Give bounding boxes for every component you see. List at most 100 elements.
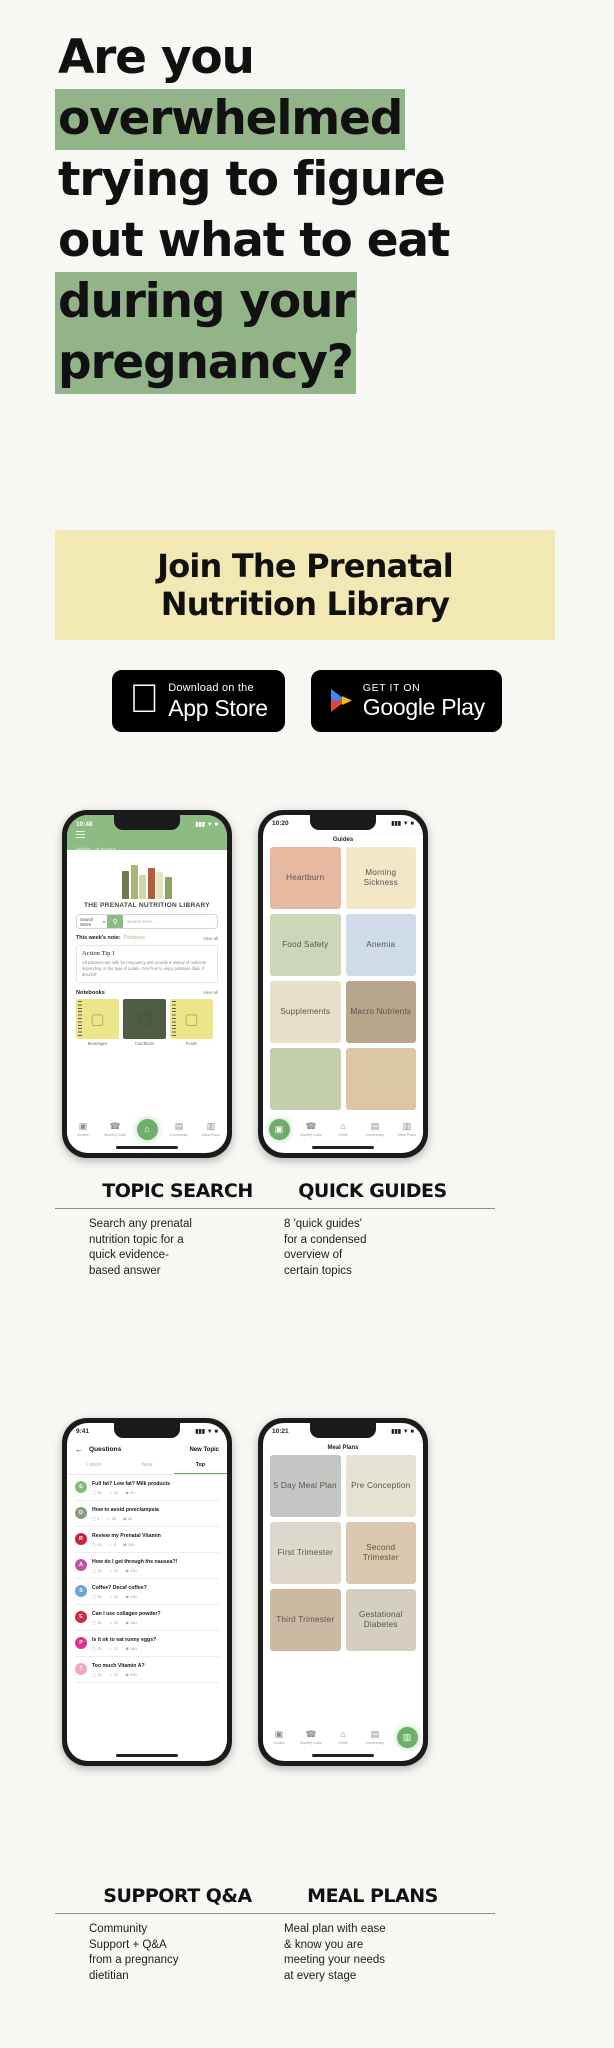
join-library-banner[interactable]: Join The Prenatal Nutrition Library (55, 530, 555, 640)
thumbs-up-icon: ☺ (106, 1516, 111, 1521)
nav-tab-label: Monthly Calls (300, 1741, 322, 1745)
nav-tab-home[interactable]: ⌂Home (132, 1118, 162, 1140)
grid-card[interactable]: Second Trimester (345, 1522, 416, 1584)
grid-card[interactable]: First Trimester (270, 1522, 341, 1584)
back-arrow-icon[interactable]: ← (75, 1445, 83, 1454)
question-item[interactable]: P Is it ok to eat runny eggs? ▢ 15 ☺ 12 ◉ 18h (75, 1631, 219, 1657)
nav-tab-guides[interactable]: ▣Guides (264, 1118, 294, 1140)
grid-card[interactable]: Anemia (345, 914, 416, 976)
phone-mockup-quick-guides: 10:20 ▮▮▮ ▼ ■ Guides Heartburn Morning Si… (258, 810, 428, 1158)
search-icon[interactable]: ⚲ (107, 915, 124, 928)
avatar: S (75, 1585, 87, 1597)
nav-tab-community[interactable]: ▤ Community (164, 1121, 194, 1137)
question-tab-new[interactable]: New (120, 1458, 173, 1474)
question-item[interactable]: R Review my Prenatal Vitamin ▢ 24 ☺ 5 ◉ 10h (75, 1527, 219, 1553)
notebook-cover: ▢ (123, 998, 166, 1039)
bottom-nav: ▣Guides☎Monthly Calls⌂Home▤Community▥Mea… (263, 1722, 423, 1752)
question-item[interactable]: S Coffee? Decaf coffee? ▢ 15 ☺ 12 ◉ 14h (75, 1579, 219, 1605)
nav-tab-guides[interactable]: ▣Guides (68, 1121, 98, 1137)
nav-tab-home[interactable]: ⌂Home (328, 1729, 358, 1745)
clock-icon: ◉ (125, 1620, 129, 1625)
app-header: 10:48 ▮▮▮ ▼ ■ Hello, autumn (67, 815, 227, 854)
notebook-item[interactable]: ▢ Conditions (123, 998, 166, 1046)
notebook-item[interactable]: ▢ Beverages (76, 998, 119, 1046)
status-time: 10:20 (272, 820, 289, 827)
guides-title: Guides (332, 837, 354, 843)
like-count: ☺ 12 (108, 1594, 119, 1599)
google-play-badge[interactable]: GET IT ON Google Play (310, 670, 502, 732)
grid-card[interactable]: Heartburn (270, 847, 341, 909)
view-all-notebooks-link[interactable]: View all (203, 990, 218, 995)
nav-tab-community[interactable]: ▤ Community (360, 1729, 390, 1745)
guides-icon: ▣ (268, 1118, 290, 1140)
weekly-note-row: This week's note: Potatoes View all (76, 935, 218, 941)
nav-tab-community[interactable]: ▤ Community (360, 1121, 390, 1137)
question-tab-latest[interactable]: Latest (67, 1458, 120, 1474)
comment-count: ▢ 15 (92, 1490, 102, 1495)
nav-tab-monthly-calls[interactable]: ☎ Monthly Calls (100, 1121, 130, 1137)
question-item[interactable]: E Can I use collagen powder? ▢ 15 ☺ 12 ◉ 16h (75, 1605, 219, 1631)
comment-count: ▢ 15 (92, 1620, 102, 1625)
headline-text: Are you (58, 30, 255, 85)
clock-icon: ◉ (123, 1516, 127, 1521)
view-all-notes-link[interactable]: View all (203, 936, 218, 941)
grid-card[interactable]: Supplements (270, 981, 341, 1043)
grid-card[interactable] (345, 1048, 416, 1110)
grid-card-label: Supplements (280, 1007, 331, 1016)
question-title: Is it ok to eat runny eggs? (92, 1637, 157, 1643)
nav-tab-guides[interactable]: ▣Guides (264, 1729, 294, 1745)
nav-tab-meal-plans[interactable]: ▥Meal Plans (392, 1726, 422, 1748)
nav-tab-meal-plans[interactable]: ▥Meal Plans (196, 1121, 226, 1137)
grid-card-label: Macro Nutrients (350, 1007, 412, 1016)
phone-icon: ☎ (109, 1121, 121, 1131)
spiral-binding-icon (171, 1000, 176, 1037)
question-title: How do I get through the nausea?! (92, 1559, 178, 1565)
question-tab-top[interactable]: Top (173, 1458, 227, 1474)
chevron-down-icon[interactable]: ▾ (103, 919, 105, 924)
question-title: How to avoid preeclampsia (92, 1507, 159, 1513)
grid-card[interactable]: Food Safety (270, 914, 341, 976)
avatar: D (75, 1507, 87, 1519)
notebook-item[interactable]: ▢ Foods (170, 998, 213, 1046)
avatar: E (75, 1481, 87, 1493)
grid-card[interactable]: Gestational Diabetes (345, 1589, 416, 1651)
grid-card[interactable]: Macro Nutrients (345, 981, 416, 1043)
question-item[interactable]: T Too much Vitamin A? ▢ 15 ☺ 12 ◉ 20h (75, 1657, 219, 1683)
new-topic-button[interactable]: New Topic (189, 1447, 219, 1453)
bottom-nav: ▣Guides☎Monthly Calls⌂Home▤Community▥Mea… (67, 1114, 227, 1144)
action-tip-card[interactable]: Action Tip 1 All potatoes are safe for p… (76, 945, 218, 983)
nav-tab-label: Guides (273, 1741, 285, 1745)
comment-icon: ▢ (92, 1542, 96, 1547)
search-bar[interactable]: Search Notes ▾ ⚲ Search here... (76, 914, 218, 929)
grid-card[interactable]: Third Trimester (270, 1589, 341, 1651)
meal-plans-icon: ▥ (402, 1121, 412, 1131)
search-input[interactable]: Search here... (123, 919, 217, 924)
question-title: Review my Prenatal Vitamin (92, 1533, 161, 1539)
question-item[interactable]: A How do I get through the nausea?! ▢ 15 ☺ 12… (75, 1553, 219, 1579)
question-item[interactable]: E Full fat? Low fat? Milk products ▢ 15 ☺ 12 ◉… (75, 1475, 219, 1501)
grid-card-label: Heartburn (286, 873, 325, 882)
notebook-label: Beverages (87, 1040, 108, 1046)
menu-icon[interactable] (76, 831, 85, 838)
thumbs-up-icon: ☺ (108, 1568, 113, 1573)
question-item[interactable]: D How to avoid preeclampsia ▢ 2 ☺ 20 ◉ 5h (75, 1501, 219, 1527)
nav-tab-monthly-calls[interactable]: ☎ Monthly Calls (296, 1121, 326, 1137)
grid-card[interactable]: 5 Day Meal Plan (270, 1455, 341, 1517)
notebook-label: Conditions (134, 1040, 155, 1046)
grid-card[interactable]: Pre Conception (345, 1455, 416, 1517)
nav-tab-home[interactable]: ⌂Home (328, 1121, 358, 1137)
grid-card[interactable] (270, 1048, 341, 1110)
clock-icon: ◉ (123, 1542, 127, 1547)
like-count: ☺ 20 (106, 1516, 117, 1521)
grid-card[interactable]: Morning Sickness (345, 847, 416, 909)
nav-tab-meal-plans[interactable]: ▥Meal Plans (392, 1121, 422, 1137)
cta-line-1: Join The Prenatal (157, 547, 454, 585)
action-tip-title: Action Tip 1 (82, 950, 116, 957)
clock-icon: ◉ (125, 1672, 129, 1677)
home-indicator (116, 1754, 178, 1757)
search-scope-select[interactable]: Search Notes (77, 917, 103, 927)
store-badges:  Download on the App Store GET IT ON Go… (0, 670, 614, 732)
nav-tab-monthly-calls[interactable]: ☎ Monthly Calls (296, 1729, 326, 1745)
home-icon: ⌂ (136, 1118, 158, 1140)
app-store-badge[interactable]:  Download on the App Store (112, 670, 285, 732)
